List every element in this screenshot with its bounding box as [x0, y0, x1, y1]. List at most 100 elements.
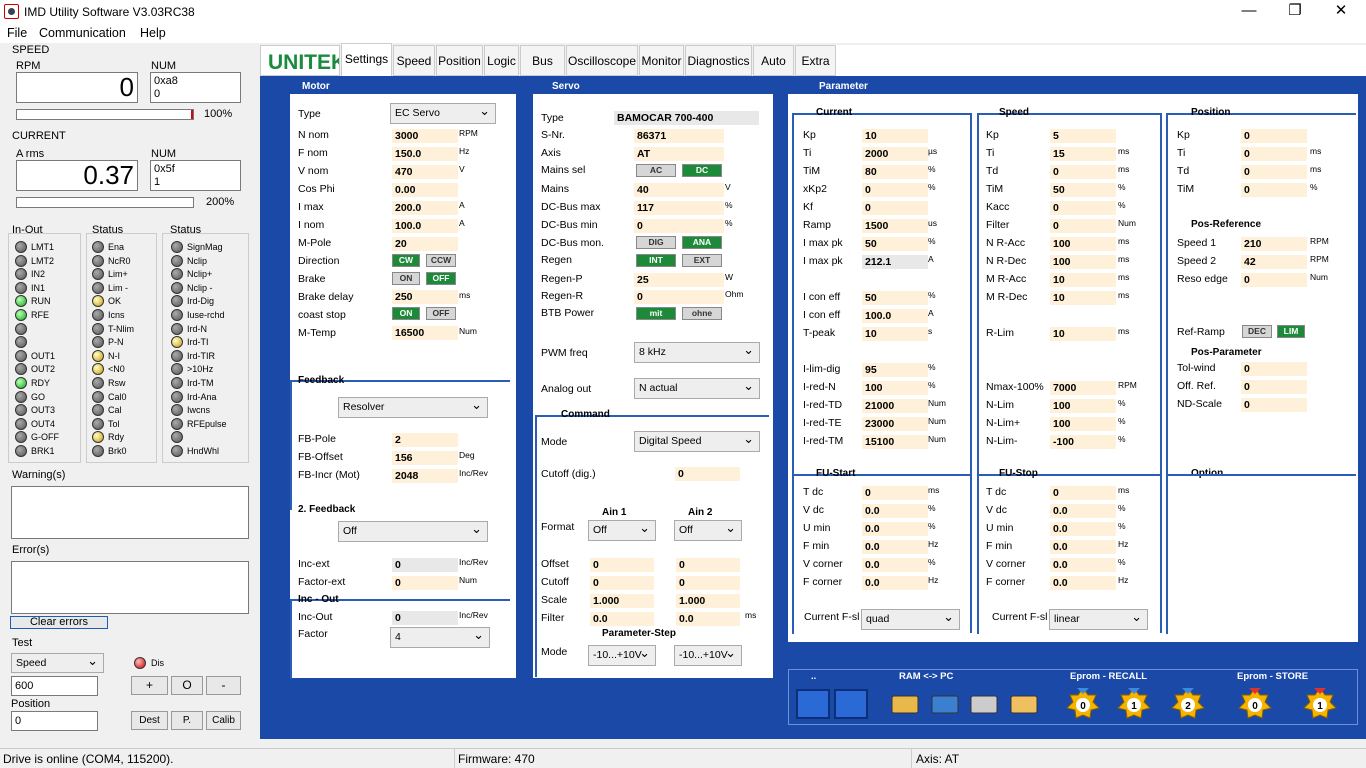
speed-value-17[interactable]: -100 — [1050, 435, 1116, 449]
pp-value-2[interactable]: 0 — [1241, 398, 1307, 412]
current-value-10[interactable]: 100.0 — [862, 309, 928, 323]
toolbar-button-1[interactable] — [796, 689, 830, 719]
test-mode-select[interactable]: Speed — [11, 651, 104, 673]
mtemp-value[interactable]: 16500 — [392, 326, 458, 340]
fustart-value-4[interactable]: 0.0 — [862, 558, 928, 572]
save-icon[interactable] — [929, 689, 961, 717]
minimize-button[interactable]: — — [1226, 0, 1272, 24]
pmode2-select[interactable]: -10...+10V — [674, 643, 742, 666]
current-value-4[interactable]: 0 — [862, 201, 928, 215]
dcmin-value[interactable]: 0 — [634, 219, 724, 233]
motor-value-n-nom[interactable]: 3000 — [392, 129, 458, 143]
position-value-3[interactable]: 0 — [1241, 183, 1307, 197]
format1-select[interactable]: Off — [588, 518, 656, 541]
current-value-7[interactable]: 212.1 — [862, 255, 928, 269]
tab-speed[interactable]: Speed — [393, 45, 435, 76]
zero-button[interactable]: O — [171, 676, 203, 695]
position-input[interactable]: 0 — [11, 711, 98, 731]
tab-oscilloscope[interactable]: Oscilloscope — [566, 45, 638, 76]
fustart-fsl-select[interactable]: quad — [861, 607, 960, 630]
current-value-0[interactable]: 10 — [862, 129, 928, 143]
current-value-5[interactable]: 1500 — [862, 219, 928, 233]
pwm-select[interactable]: 8 kHz — [634, 340, 760, 363]
ain2-offset[interactable]: 0 — [676, 558, 740, 572]
speed-value-1[interactable]: 15 — [1050, 147, 1116, 161]
pp-value-1[interactable]: 0 — [1241, 380, 1307, 394]
recall-2-icon[interactable]: 2 — [1171, 687, 1205, 721]
servo-type-value[interactable]: BAMOCAR 700-400 — [614, 111, 759, 125]
analog-select[interactable]: N actual — [634, 376, 760, 399]
axis-value[interactable]: AT — [634, 147, 724, 161]
plus-button[interactable]: + — [131, 676, 168, 695]
calib-button[interactable]: Calib — [206, 711, 241, 730]
cw-toggle[interactable]: CW — [392, 254, 420, 267]
ain2-filter[interactable]: 0.0 — [676, 612, 740, 626]
current-value-1[interactable]: 2000 — [862, 147, 928, 161]
dcmax-value[interactable]: 117 — [634, 201, 724, 215]
speed-value-9[interactable]: 10 — [1050, 291, 1116, 305]
recall-1-icon[interactable]: 1 — [1117, 687, 1151, 721]
motor-value-i-max[interactable]: 200.0 — [392, 201, 458, 215]
fustart-value-3[interactable]: 0.0 — [862, 540, 928, 554]
current-value-2[interactable]: 80 — [862, 165, 928, 179]
printer-icon[interactable] — [968, 689, 1000, 717]
ohne-toggle[interactable]: ohne — [682, 307, 722, 320]
dig-toggle[interactable]: DIG — [636, 236, 676, 249]
mode-select[interactable]: Digital Speed — [634, 429, 760, 452]
fb-value-fb-pole[interactable]: 2 — [392, 433, 458, 447]
ain1-filter[interactable]: 0.0 — [590, 612, 654, 626]
ccw-toggle[interactable]: CCW — [426, 254, 456, 267]
store-1-icon[interactable]: 1 — [1303, 687, 1337, 721]
position-value-2[interactable]: 0 — [1241, 165, 1307, 179]
speed-value-7[interactable]: 100 — [1050, 255, 1116, 269]
ain1-scale[interactable]: 1.000 — [590, 594, 654, 608]
cutoff-value[interactable]: 0 — [675, 467, 740, 481]
tab-settings[interactable]: Settings — [341, 43, 392, 76]
speed-value-11[interactable]: 10 — [1050, 327, 1116, 341]
ana-toggle[interactable]: ANA — [682, 236, 722, 249]
inc-value-factor-ext[interactable]: 0 — [392, 576, 458, 590]
minus-button[interactable]: - — [206, 676, 241, 695]
ain1-cutoff[interactable]: 0 — [590, 576, 654, 590]
motor-value-m-pole[interactable]: 20 — [392, 237, 458, 251]
brake-delay-value[interactable]: 250 — [392, 290, 458, 304]
menu-communication[interactable]: Communication — [39, 26, 126, 40]
maximize-button[interactable]: ❐ — [1272, 0, 1318, 24]
ac-toggle[interactable]: AC — [636, 164, 676, 177]
brake-on-toggle[interactable]: ON — [392, 272, 420, 285]
tab-monitor[interactable]: Monitor — [639, 45, 684, 76]
incout-value[interactable]: 0 — [392, 611, 458, 625]
tab-position[interactable]: Position — [436, 45, 483, 76]
toolbar-button-2[interactable] — [834, 689, 868, 719]
current-value-3[interactable]: 0 — [862, 183, 928, 197]
pos-ref-value-2[interactable]: 0 — [1241, 273, 1307, 287]
fustop-value-3[interactable]: 0.0 — [1050, 540, 1116, 554]
tab-diagnostics[interactable]: Diagnostics — [685, 45, 752, 76]
close-button[interactable]: ✕ — [1318, 0, 1364, 24]
factor-select[interactable]: 4 — [390, 625, 490, 648]
motor-value-f-nom[interactable]: 150.0 — [392, 147, 458, 161]
ain1-offset[interactable]: 0 — [590, 558, 654, 572]
fustart-value-1[interactable]: 0.0 — [862, 504, 928, 518]
motor-value-v-nom[interactable]: 470 — [392, 165, 458, 179]
speed-value-0[interactable]: 5 — [1050, 129, 1116, 143]
fustop-value-0[interactable]: 0 — [1050, 486, 1116, 500]
ain2-cutoff[interactable]: 0 — [676, 576, 740, 590]
motor-value-cos-phi[interactable]: 0.00 — [392, 183, 458, 197]
fustart-value-2[interactable]: 0.0 — [862, 522, 928, 536]
fustop-value-2[interactable]: 0.0 — [1050, 522, 1116, 536]
dc-toggle[interactable]: DC — [682, 164, 722, 177]
current-value-15[interactable]: 21000 — [862, 399, 928, 413]
clear-errors-button[interactable]: Clear errors — [10, 616, 108, 629]
p-button[interactable]: P. — [171, 711, 203, 730]
speed-value-14[interactable]: 7000 — [1050, 381, 1116, 395]
lim-toggle[interactable]: LIM — [1277, 325, 1305, 338]
motor-type-select[interactable]: EC Servo — [390, 101, 496, 124]
fustop-fsl-select[interactable]: linear — [1049, 607, 1148, 630]
speed-value-4[interactable]: 0 — [1050, 201, 1116, 215]
brake-off-toggle[interactable]: OFF — [426, 272, 456, 285]
speed-value-16[interactable]: 100 — [1050, 417, 1116, 431]
coast-on-toggle[interactable]: ON — [392, 307, 420, 320]
fb-value-fb-offset[interactable]: 156 — [392, 451, 458, 465]
int-toggle[interactable]: INT — [636, 254, 676, 267]
